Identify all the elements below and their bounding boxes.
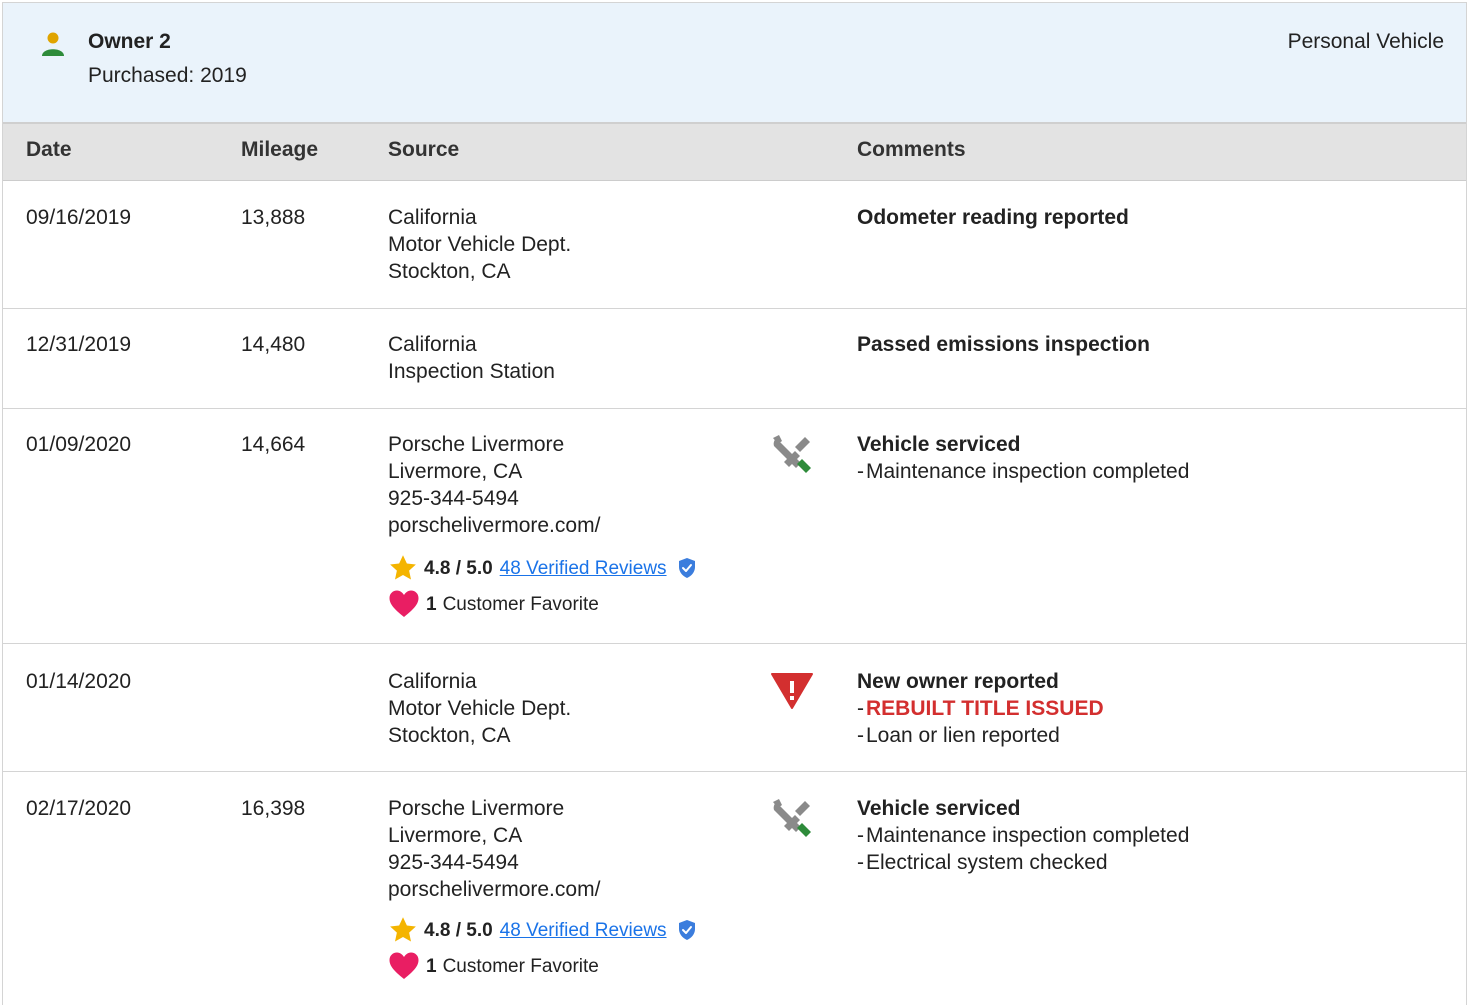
comment-dash: - <box>857 460 864 483</box>
column-header-row: Date Mileage Source Comments <box>3 124 1466 181</box>
table-row: 01/14/2020 California Motor Vehicle Dept… <box>3 644 1466 772</box>
source-line: Livermore, CA <box>388 824 523 847</box>
owner-purchased: Purchased: 2019 <box>88 64 247 87</box>
comment-detail: -Maintenance inspection completed <box>857 458 1189 485</box>
source-shop-name: Porsche Livermore <box>388 433 565 456</box>
comment-title: Passed emissions inspection <box>857 333 1150 356</box>
column-header-date: Date <box>26 138 72 161</box>
favorite-count: 1 <box>426 955 437 977</box>
record-date: 01/09/2020 <box>26 433 132 456</box>
shop-rating: 4.8 / 5.0 48 Verified Reviews <box>388 915 697 945</box>
owner-name: Owner 2 <box>88 30 171 53</box>
record-date: 12/31/2019 <box>26 333 132 356</box>
comment-title: Vehicle serviced <box>857 797 1021 820</box>
shop-rating: 4.8 / 5.0 48 Verified Reviews <box>388 553 697 583</box>
record-source: California Inspection Station <box>388 331 555 385</box>
comment-detail: -Electrical system checked <box>857 849 1189 876</box>
record-comments: New owner reported -REBUILT TITLE ISSUED… <box>857 668 1104 749</box>
comment-dash: - <box>857 697 864 720</box>
column-header-source: Source <box>388 138 460 161</box>
person-icon <box>42 32 64 56</box>
source-line: California <box>388 333 477 356</box>
source-line: Inspection Station <box>388 360 555 383</box>
record-comments: Passed emissions inspection <box>857 331 1150 358</box>
column-header-mileage: Mileage <box>241 138 319 161</box>
source-line: Motor Vehicle Dept. <box>388 233 572 256</box>
star-icon <box>390 917 416 942</box>
service-tools-icon <box>773 799 811 837</box>
comment-dash: - <box>857 724 864 747</box>
source-phone-link[interactable]: 925-344-5494 <box>388 849 748 876</box>
table-row: 09/16/2019 13,888 California Motor Vehic… <box>3 182 1466 309</box>
favorite-label: Customer Favorite <box>442 955 599 977</box>
comment-title: New owner reported <box>857 670 1059 693</box>
heart-icon <box>389 590 419 617</box>
record-mileage: 14,480 <box>241 333 306 356</box>
comment-dash: - <box>857 851 864 874</box>
source-phone-link[interactable]: 925-344-5494 <box>388 485 748 512</box>
comment-title: Vehicle serviced <box>857 433 1021 456</box>
owner-header: Owner 2 Purchased: 2019 Personal Vehicle <box>3 3 1466 124</box>
comment-dash: - <box>857 824 864 847</box>
verified-shield-icon <box>678 558 695 578</box>
comment-detail-text: Electrical system checked <box>866 851 1108 874</box>
customer-favorite: 1 Customer Favorite <box>388 951 599 981</box>
record-date: 09/16/2019 <box>26 206 132 229</box>
comment-alert: -REBUILT TITLE ISSUED <box>857 695 1104 722</box>
favorite-count: 1 <box>426 593 437 615</box>
source-line: California <box>388 206 477 229</box>
customer-favorite: 1 Customer Favorite <box>388 589 599 619</box>
verified-reviews-link[interactable]: 48 Verified Reviews <box>500 917 667 944</box>
table-row: 02/17/2020 16,398 Porsche Livermore Live… <box>3 772 1466 1005</box>
source-line: Stockton, CA <box>388 260 511 283</box>
source-line: Livermore, CA <box>388 460 523 483</box>
warning-triangle-icon <box>771 673 813 709</box>
record-source: Porsche Livermore Livermore, CA 925-344-… <box>388 795 748 1000</box>
record-comments: Vehicle serviced -Maintenance inspection… <box>857 795 1189 876</box>
record-date: 01/14/2020 <box>26 670 132 693</box>
comment-detail-text: Maintenance inspection completed <box>866 824 1190 847</box>
rebuilt-title-alert: REBUILT TITLE ISSUED <box>866 697 1104 720</box>
table-row: 01/09/2020 14,664 Porsche Livermore Live… <box>3 409 1466 644</box>
source-line: California <box>388 670 477 693</box>
owner-vehicle-type: Personal Vehicle <box>1287 30 1444 53</box>
service-tools-icon <box>773 435 811 473</box>
record-comments: Vehicle serviced -Maintenance inspection… <box>857 431 1189 485</box>
verified-reviews-link[interactable]: 48 Verified Reviews <box>500 555 667 582</box>
comment-detail: -Loan or lien reported <box>857 722 1104 749</box>
verified-shield-icon <box>678 920 695 940</box>
source-line: Motor Vehicle Dept. <box>388 697 572 720</box>
comment-detail-text: Maintenance inspection completed <box>866 460 1190 483</box>
record-source: Porsche Livermore Livermore, CA 925-344-… <box>388 431 748 631</box>
record-comments: Odometer reading reported <box>857 204 1129 231</box>
owner-history-panel: Owner 2 Purchased: 2019 Personal Vehicle… <box>2 2 1467 1005</box>
rating-score: 4.8 / 5.0 <box>424 557 493 579</box>
comment-detail-text: Loan or lien reported <box>866 724 1060 747</box>
rating-score: 4.8 / 5.0 <box>424 919 493 941</box>
record-mileage: 13,888 <box>241 206 306 229</box>
record-source: California Motor Vehicle Dept. Stockton,… <box>388 668 571 749</box>
record-source: California Motor Vehicle Dept. Stockton,… <box>388 204 571 285</box>
source-line: Stockton, CA <box>388 724 511 747</box>
source-shop-name: Porsche Livermore <box>388 797 565 820</box>
column-header-comments: Comments <box>857 138 966 161</box>
favorite-label: Customer Favorite <box>442 593 599 615</box>
record-mileage: 16,398 <box>241 797 306 820</box>
source-website-link[interactable]: porschelivermore.com/ <box>388 876 748 903</box>
comment-title: Odometer reading reported <box>857 206 1129 229</box>
record-date: 02/17/2020 <box>26 797 132 820</box>
record-mileage: 14,664 <box>241 433 306 456</box>
star-icon <box>390 555 416 580</box>
comment-detail: -Maintenance inspection completed <box>857 822 1189 849</box>
table-row: 12/31/2019 14,480 California Inspection … <box>3 309 1466 409</box>
heart-icon <box>389 952 419 979</box>
source-website-link[interactable]: porschelivermore.com/ <box>388 512 748 539</box>
